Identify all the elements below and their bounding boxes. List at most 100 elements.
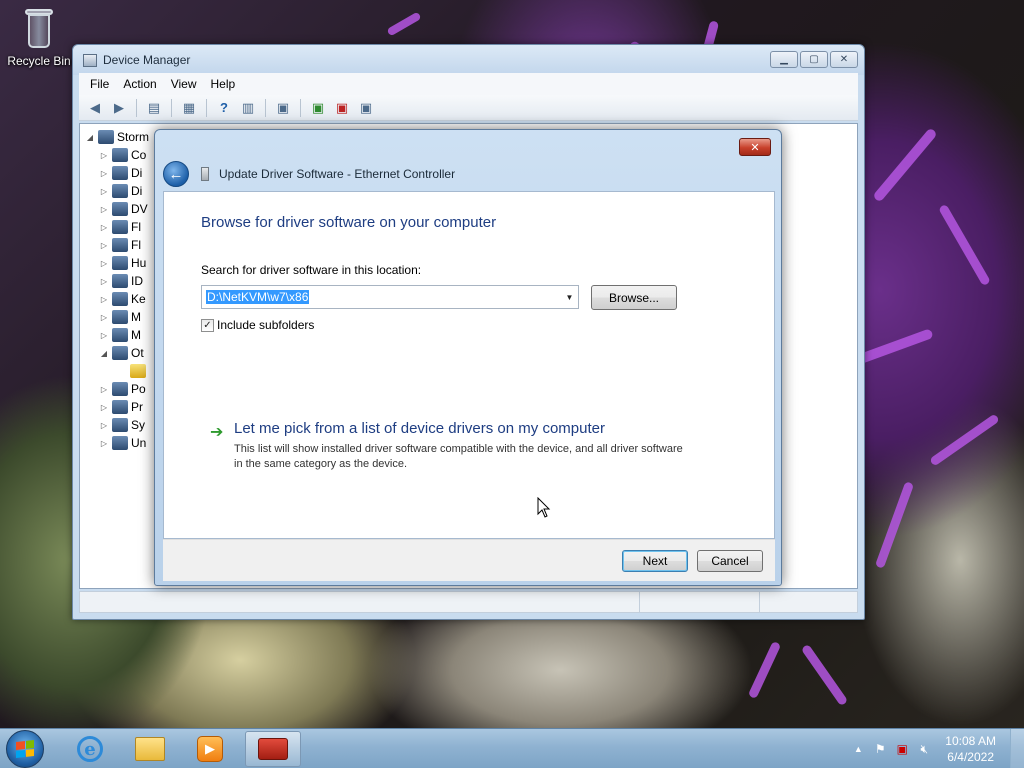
tree-category-label: Un xyxy=(131,436,147,450)
expand-arrow-icon[interactable]: ▷ xyxy=(98,151,110,160)
tree-category-row[interactable]: ▷ Di xyxy=(84,182,149,200)
menu-bar: File Action View Help xyxy=(79,73,858,95)
expand-arrow-icon[interactable]: ▷ xyxy=(98,169,110,178)
expand-arrow-icon[interactable]: ▷ xyxy=(98,385,110,394)
system-tray: ▲ ⚑ ▣ 🔇︎ 10:08 AM 6/4/2022 xyxy=(847,729,1024,768)
window-title: Device Manager xyxy=(103,53,191,67)
maximize-button[interactable]: ▢ xyxy=(800,51,828,68)
tree-category-row[interactable]: ▷ Sy xyxy=(84,416,149,434)
taskbar-media-player[interactable]: ▶ xyxy=(182,731,238,767)
menu-help[interactable]: Help xyxy=(204,77,243,91)
pick-from-list-title[interactable]: Let me pick from a list of device driver… xyxy=(234,420,605,437)
device-tree: ◢ Storm ▷ Co ▷ Di ▷ Di ▷ DV ▷ Fl ▷ Fl ▷ Hu ▷ ID ▷ Ke ▷ M ▷ M ◢… xyxy=(84,128,149,452)
menu-view[interactable]: View xyxy=(164,77,204,91)
driver-path-value[interactable]: D:\NetKVM\w7\x86 xyxy=(206,290,310,304)
back-button[interactable]: ← xyxy=(163,161,189,187)
forward-arrow-icon[interactable]: ▶ xyxy=(109,98,129,118)
cancel-button[interactable]: Cancel xyxy=(697,550,763,572)
tree-category-label: Co xyxy=(131,148,147,162)
action-pane-icon[interactable]: ▥ xyxy=(238,98,258,118)
show-hide-console-tree-icon[interactable]: ▤ xyxy=(144,98,164,118)
tree-category-row[interactable]: ▷ Po xyxy=(84,380,149,398)
tree-category-row[interactable]: ◢ Ot xyxy=(84,344,149,362)
expand-arrow-icon[interactable]: ▷ xyxy=(98,187,110,196)
expand-arrow-icon[interactable]: ▷ xyxy=(98,403,110,412)
dialog-close-button[interactable]: ✕ xyxy=(739,138,771,156)
recycle-bin-label: Recycle Bin xyxy=(7,54,71,68)
back-arrow-icon[interactable]: ◀ xyxy=(85,98,105,118)
tree-category-row[interactable]: ▷ Ke xyxy=(84,290,149,308)
tree-category-row[interactable]: ▷ Fl xyxy=(84,236,149,254)
tree-root[interactable]: ◢ Storm xyxy=(84,128,149,146)
tree-category-row[interactable]: ▷ M xyxy=(84,326,149,344)
tree-category-row[interactable]: ▷ Un xyxy=(84,434,149,452)
expand-arrow-icon[interactable]: ▷ xyxy=(98,331,110,340)
tree-category-row[interactable] xyxy=(84,362,149,380)
menu-file[interactable]: File xyxy=(83,77,116,91)
wallpaper-tendril xyxy=(929,413,1000,467)
start-button[interactable] xyxy=(6,730,44,768)
tree-category-row[interactable]: ▷ Hu xyxy=(84,254,149,272)
taskbar-windows-explorer[interactable] xyxy=(122,731,178,767)
expand-arrow-icon[interactable]: ▷ xyxy=(98,421,110,430)
tree-category-row[interactable]: ▷ DV xyxy=(84,200,149,218)
include-subfolders-checkbox[interactable]: ✓ xyxy=(201,318,214,332)
tree-category-label: Hu xyxy=(131,256,147,270)
device-manager-titlebar[interactable]: Device Manager ▁ ▢ ✕ xyxy=(73,45,864,75)
scan-hardware-icon[interactable]: ▣ xyxy=(273,98,293,118)
expand-arrow-icon[interactable]: ◢ xyxy=(98,349,110,358)
device-category-icon xyxy=(112,436,128,450)
tree-category-row[interactable]: ▷ ID xyxy=(84,272,149,290)
device-category-icon xyxy=(112,238,128,252)
expand-arrow-icon[interactable]: ▷ xyxy=(98,277,110,286)
dialog-header: ← Update Driver Software - Ethernet Cont… xyxy=(163,158,773,190)
expand-arrow-icon[interactable]: ▷ xyxy=(98,205,110,214)
driver-path-combobox[interactable]: D:\NetKVM\w7\x86 ▼ xyxy=(201,285,579,309)
expand-arrow-icon[interactable]: ▷ xyxy=(98,295,110,304)
tree-category-label: Di xyxy=(131,184,143,198)
tree-category-label: Fl xyxy=(131,238,141,252)
browse-button[interactable]: Browse... xyxy=(591,285,677,310)
chevron-down-icon[interactable]: ▼ xyxy=(561,286,578,308)
volume-muted-icon[interactable]: 🔇︎ xyxy=(915,740,933,758)
properties-icon[interactable]: ▦ xyxy=(179,98,199,118)
device-category-icon xyxy=(112,346,128,360)
taskbar-internet-explorer[interactable]: e xyxy=(62,731,118,767)
tree-category-row[interactable]: ▷ Co xyxy=(84,146,149,164)
show-desktop-button[interactable] xyxy=(1010,729,1024,768)
network-disconnected-icon[interactable]: ▣ xyxy=(893,740,911,758)
next-button[interactable]: Next xyxy=(622,550,688,572)
uninstall-icon[interactable]: ▣ xyxy=(332,98,352,118)
taskbar-device-manager[interactable] xyxy=(245,731,301,767)
tree-category-label: M xyxy=(131,310,141,324)
close-button[interactable]: ✕ xyxy=(830,51,858,68)
tree-category-label: Po xyxy=(131,382,146,396)
expand-arrow-icon[interactable]: ▷ xyxy=(98,223,110,232)
menu-action[interactable]: Action xyxy=(116,77,163,91)
update-driver-icon[interactable]: ▣ xyxy=(308,98,328,118)
help-icon[interactable]: ? xyxy=(214,98,234,118)
minimize-button[interactable]: ▁ xyxy=(770,51,798,68)
recycle-bin-icon xyxy=(22,6,56,50)
tree-category-label: Pr xyxy=(131,400,143,414)
status-bar xyxy=(79,591,858,613)
expand-arrow-icon[interactable]: ▷ xyxy=(98,313,110,322)
dialog-title: Update Driver Software - Ethernet Contro… xyxy=(219,167,456,181)
tree-category-row[interactable]: ▷ Di xyxy=(84,164,149,182)
tree-category-row[interactable]: ▷ M xyxy=(84,308,149,326)
clock[interactable]: 10:08 AM 6/4/2022 xyxy=(945,733,996,765)
expand-arrow-icon[interactable]: ▷ xyxy=(98,259,110,268)
expand-arrow-icon[interactable]: ▷ xyxy=(98,439,110,448)
recycle-bin-shortcut[interactable]: Recycle Bin xyxy=(6,6,72,68)
include-subfolders-label[interactable]: Include subfolders xyxy=(217,318,314,332)
action-center-flag-icon[interactable]: ⚑ xyxy=(871,740,889,758)
tree-category-row[interactable]: ▷ Pr xyxy=(84,398,149,416)
expand-arrow-icon[interactable]: ▷ xyxy=(98,241,110,250)
dialog-footer: Next Cancel xyxy=(163,539,775,581)
include-subfolders-option[interactable]: ✓ Include subfolders xyxy=(201,318,314,332)
disable-device-icon[interactable]: ▣ xyxy=(356,98,376,118)
wallpaper-tendril xyxy=(874,481,915,569)
windows-explorer-icon xyxy=(135,737,165,761)
tree-category-row[interactable]: ▷ Fl xyxy=(84,218,149,236)
show-hidden-icons-chevron-icon[interactable]: ▲ xyxy=(849,740,867,758)
